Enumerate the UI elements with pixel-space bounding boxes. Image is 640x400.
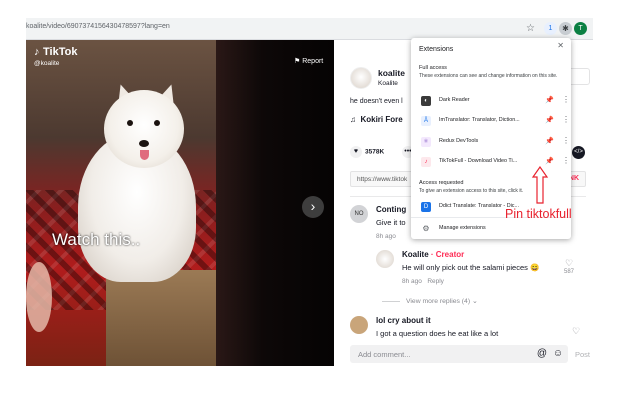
dark-reader-icon: ◐ <box>421 96 431 106</box>
comment-text: I got a question does he eat like a lot <box>376 329 499 338</box>
manage-extensions-link[interactable]: ⚙ Manage extensions <box>419 222 571 236</box>
chevron-right-icon: › <box>310 198 316 214</box>
author-avatar[interactable] <box>350 67 372 89</box>
embed-icon[interactable]: </> <box>572 146 585 159</box>
reply-link[interactable]: Reply <box>427 278 444 285</box>
reply-avatar[interactable] <box>376 250 394 268</box>
annotation-text: Pin tiktokfull <box>505 207 572 221</box>
profile-avatar[interactable]: T <box>574 22 587 35</box>
extension-row-redux[interactable]: ⚛ Redux DevTools 📌 ⋮ <box>419 135 571 149</box>
tiktok-note-icon: ♪ <box>34 46 40 58</box>
video-player[interactable]: ♪ TikTok @koalite ⚑ Report Watch this.. › <box>26 40 334 366</box>
video-overlay-text: Watch this.. <box>52 230 141 249</box>
flag-icon: ⚑ <box>294 58 301 65</box>
extensions-puzzle-icon[interactable]: ✱ <box>559 22 572 35</box>
post-button[interactable]: Post <box>575 350 590 359</box>
more-options-icon[interactable]: ⋮ <box>562 95 570 104</box>
hand-blur <box>26 262 52 332</box>
commenter-name[interactable]: Conting <box>376 205 406 214</box>
heart-outline-icon: ♡ <box>564 258 574 268</box>
comment-meta: 8h ago <box>376 233 396 240</box>
share-link-text: https://www.tiktok <box>357 176 408 183</box>
creator-badge: · Creator <box>428 250 465 259</box>
commenter-name[interactable]: lol cry about it <box>376 316 431 325</box>
dog-eye-right <box>154 120 160 126</box>
more-options-icon[interactable]: ⋮ <box>562 115 570 124</box>
reply-author-name: Koalite <box>402 250 429 259</box>
bookmark-star-icon[interactable]: ☆ <box>524 22 537 35</box>
comment-placeholder: Add comment... <box>358 350 411 359</box>
wooden-floor <box>106 270 216 366</box>
chevron-down-icon: ⌄ <box>471 298 478 305</box>
popup-title: Extensions <box>419 46 454 53</box>
dog-eye-left <box>127 120 133 126</box>
gear-icon: ⚙ <box>422 224 430 233</box>
heart-icon[interactable]: ♥ <box>350 146 362 158</box>
address-bar-url[interactable]: koalite/video/6907374156430478597?lang=e… <box>26 23 170 30</box>
browser-toolbar: koalite/video/6907374156430478597?lang=e… <box>26 18 593 40</box>
reply-like-count: 587 <box>564 269 575 275</box>
comment-input[interactable]: Add comment... @ ☺ <box>350 345 568 363</box>
view-more-replies[interactable]: View more replies (4) ⌄ <box>382 297 478 305</box>
extension-row-imtranslator[interactable]: Å ImTranslator: Translator, Diction... 📌… <box>419 114 571 128</box>
mention-icon[interactable]: @ <box>536 348 548 360</box>
music-link[interactable]: ♫ Kokiri Fore <box>350 115 403 124</box>
reply-like[interactable]: ♡ 587 <box>564 258 574 275</box>
commenter-avatar[interactable] <box>350 316 368 334</box>
reply-text: He will only pick out the salami pieces … <box>402 263 540 272</box>
commenter-avatar[interactable]: NO <box>350 205 368 223</box>
tiktok-logo: ♪ TikTok <box>34 46 77 58</box>
author-name[interactable]: koalite <box>378 68 405 78</box>
extension-name: Redux DevTools <box>439 138 479 144</box>
full-access-desc: These extensions can see and change info… <box>419 73 558 79</box>
extension-name: TikTokFull - Download Video Ti... <box>439 158 518 164</box>
extension-name: Dark Reader <box>439 97 470 103</box>
manage-extensions-label: Manage extensions <box>439 225 486 231</box>
reply-age: 8h ago <box>402 278 422 285</box>
full-access-heading: Full access <box>419 65 447 71</box>
redux-icon: ⚛ <box>421 137 431 147</box>
dog-nose <box>139 140 149 147</box>
heart-outline-icon: ♡ <box>572 326 581 336</box>
tiktok-brand: TikTok <box>43 46 78 58</box>
more-options-icon[interactable]: ⋮ <box>562 136 570 145</box>
extension-badge-icon[interactable]: 1 <box>544 22 557 35</box>
annotation-arrow-icon <box>531 165 549 204</box>
video-caption: he doesn't even l <box>350 98 403 105</box>
dog-tongue <box>140 150 149 160</box>
pin-icon[interactable]: 📌 <box>545 96 554 104</box>
pin-icon-active[interactable]: 📌 <box>545 157 554 165</box>
report-button[interactable]: ⚑ Report <box>294 57 323 65</box>
extension-badge-count: 1 <box>548 25 553 32</box>
view-more-label: View more replies (4) <box>406 298 471 305</box>
video-handle: @koalite <box>34 60 60 67</box>
report-label: Report <box>302 58 324 65</box>
access-requested-heading: Access requested <box>419 180 464 186</box>
more-options-icon[interactable]: ⋮ <box>562 156 570 165</box>
tiktokfull-icon: ♪ <box>421 157 431 167</box>
pin-icon[interactable]: 📌 <box>545 137 554 145</box>
emoji-icon[interactable]: ☺ <box>552 348 564 360</box>
reply-meta: 8h ago Reply <box>402 278 444 285</box>
extension-name: ImTranslator: Translator, Diction... <box>439 117 520 123</box>
engagement-stats: ♥ 3578K ••• <box>350 146 417 158</box>
reply-author[interactable]: Koalite · Creator <box>402 250 464 259</box>
pin-icon[interactable]: 📌 <box>545 116 554 124</box>
ddict-icon: D <box>421 202 431 212</box>
comment-like[interactable]: ♡ <box>572 326 580 337</box>
author-subtitle: Koalite <box>378 80 398 87</box>
next-video-button[interactable]: › <box>302 196 324 218</box>
extension-row-dark-reader[interactable]: ◐ Dark Reader 📌 ⋮ <box>419 94 571 108</box>
like-count: 3578K <box>365 148 385 156</box>
view-more-line <box>382 300 400 302</box>
comment-text: Give it to <box>376 218 406 227</box>
close-icon[interactable]: ✕ <box>557 41 564 50</box>
music-title: Kokiri Fore <box>360 115 403 124</box>
imtranslator-icon: Å <box>421 116 431 126</box>
music-note-icon: ♫ <box>350 115 356 124</box>
